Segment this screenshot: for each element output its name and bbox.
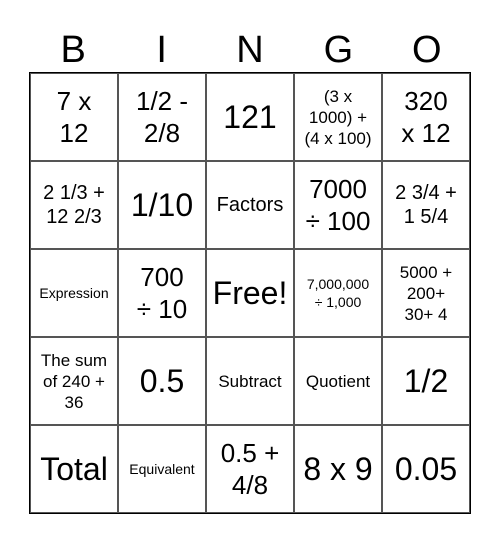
- bingo-cell[interactable]: Free!: [206, 249, 294, 337]
- bingo-cell[interactable]: Total: [30, 425, 118, 513]
- bingo-cell[interactable]: 2 3/4 + 1 5/4: [382, 161, 470, 249]
- bingo-cell[interactable]: Quotient: [294, 337, 382, 425]
- bingo-cell[interactable]: 7000 ÷ 100: [294, 161, 382, 249]
- bingo-cell[interactable]: Subtract: [206, 337, 294, 425]
- bingo-cell[interactable]: 320 x 12: [382, 73, 470, 161]
- header-letter: G: [323, 29, 354, 71]
- bingo-cell[interactable]: Expression: [30, 249, 118, 337]
- bingo-cell[interactable]: (3 x 1000) + (4 x 100): [294, 73, 382, 161]
- header-letter: I: [156, 29, 167, 71]
- bingo-cell[interactable]: 700 ÷ 10: [118, 249, 206, 337]
- header-letter: B: [60, 29, 86, 71]
- header-letter: O: [412, 29, 442, 71]
- bingo-cell[interactable]: Factors: [206, 161, 294, 249]
- bingo-cell[interactable]: 0.5 + 4/8: [206, 425, 294, 513]
- bingo-grid: 7 x 12 1/2 - 2/8 121 (3 x 1000) + (4 x 100)…: [29, 72, 471, 514]
- header-letter: N: [236, 29, 264, 71]
- bingo-cell[interactable]: Equivalent: [118, 425, 206, 513]
- bingo-cell[interactable]: The sum of 240 + 36: [30, 337, 118, 425]
- bingo-cell[interactable]: 1/2 - 2/8: [118, 73, 206, 161]
- bingo-cell[interactable]: 7,000,000 ÷ 1,000: [294, 249, 382, 337]
- bingo-cell[interactable]: 1/10: [118, 161, 206, 249]
- bingo-cell[interactable]: 2 1/3 + 12 2/3: [30, 161, 118, 249]
- bingo-cell[interactable]: 8 x 9: [294, 425, 382, 513]
- bingo-cell[interactable]: 1/2: [382, 337, 470, 425]
- bingo-header: B I N G O: [29, 28, 471, 72]
- bingo-cell[interactable]: 0.5: [118, 337, 206, 425]
- bingo-cell[interactable]: 5000 + 200+ 30+ 4: [382, 249, 470, 337]
- bingo-cell[interactable]: 7 x 12: [30, 73, 118, 161]
- bingo-cell[interactable]: 121: [206, 73, 294, 161]
- bingo-cell[interactable]: 0.05: [382, 425, 470, 513]
